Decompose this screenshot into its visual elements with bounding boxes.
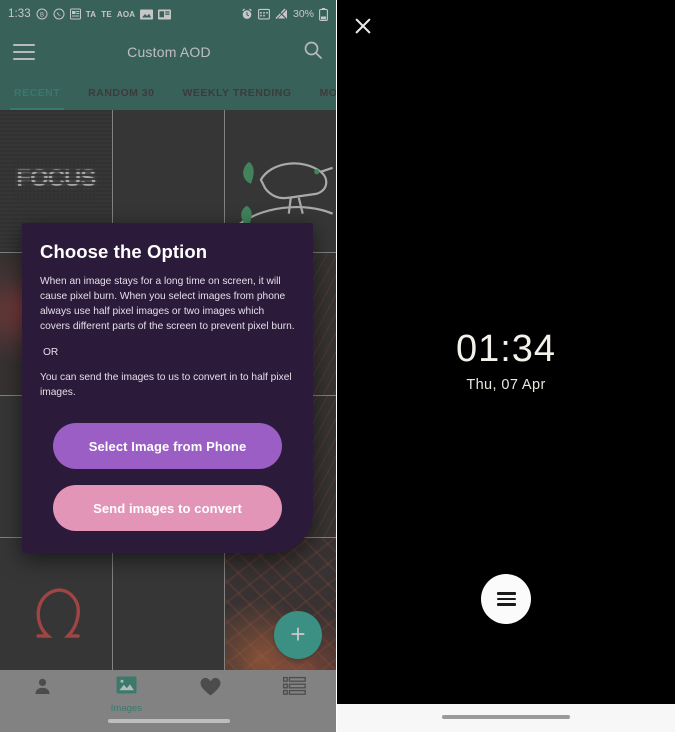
hamburger-menu-icon — [496, 592, 516, 606]
send-images-to-convert-button[interactable]: Send images to convert — [53, 485, 282, 532]
system-nav-pill[interactable] — [442, 715, 570, 719]
aod-clock: 01:34 Thu, 07 Apr — [337, 330, 675, 393]
select-image-from-phone-button[interactable]: Select Image from Phone — [53, 423, 282, 470]
dual-screenshot: 1:33 B TA TE AOA 30% Custom AOD RECENT R… — [0, 0, 675, 732]
dialog-or-label: OR — [43, 346, 59, 358]
dialog-body-1: When an image stays for a long time on s… — [40, 276, 295, 332]
choose-option-dialog: Choose the Option When an image stays fo… — [22, 223, 313, 554]
left-phone-screen: 1:33 B TA TE AOA 30% Custom AOD RECENT R… — [0, 0, 337, 732]
right-phone-screen: 01:34 Thu, 07 Apr — [337, 0, 675, 732]
clock-time: 01:34 — [455, 328, 557, 370]
clock-date: Thu, 07 Apr — [466, 377, 546, 393]
dialog-body-2: You can send the images to us to convert… — [40, 372, 292, 399]
close-icon[interactable] — [351, 14, 375, 38]
dialog-title: Choose the Option — [40, 241, 208, 262]
aod-menu-fab[interactable] — [481, 574, 531, 624]
system-navigation-bar — [337, 704, 675, 732]
